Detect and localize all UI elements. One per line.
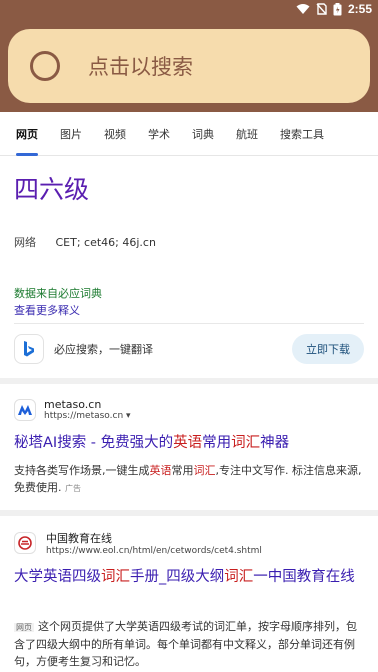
title-part: 常用 xyxy=(202,435,232,451)
bing-promo-row: 必应搜索，一键翻译 立即下载 xyxy=(14,332,364,366)
download-button[interactable]: 立即下载 xyxy=(292,334,364,364)
tab-flights[interactable]: 航班 xyxy=(236,112,258,156)
result-url-text: https://metaso.cn xyxy=(44,411,124,421)
tab-images[interactable]: 图片 xyxy=(60,112,82,156)
bing-logo-icon xyxy=(14,334,44,364)
desc-part: 常用 xyxy=(171,464,194,477)
status-bar: 2:55 xyxy=(0,0,378,22)
wifi-icon xyxy=(296,3,310,15)
title-part: 神器 xyxy=(260,435,290,451)
dictionary-word: 四六级 xyxy=(14,175,90,204)
search-result: 中国教育在线 https://www.eol.cn/html/en/cetwor… xyxy=(0,516,378,672)
title-part: 一中国教育在线 xyxy=(253,569,355,585)
title-highlight: 英语 xyxy=(173,435,203,451)
search-result-ad: metaso.cn https://metaso.cn ▾ 秘塔AI搜索 - 免… xyxy=(0,384,378,510)
tab-dictionary[interactable]: 词典 xyxy=(192,112,214,156)
result-site-text: 中国教育在线 https://www.eol.cn/html/en/cetwor… xyxy=(46,530,262,556)
dictionary-definition-row: 网络 CET; cet46; 46j.cn xyxy=(14,234,156,250)
definition-label: 网络 xyxy=(14,236,36,249)
dictionary-source[interactable]: 数据来自必应词典 xyxy=(14,285,102,301)
result-description: 支持各类写作场景,一键生成英语常用词汇,专注中文写作. 标注信息来源,免费使用.… xyxy=(14,462,364,497)
title-highlight: 词汇 xyxy=(224,569,254,585)
desc-text: 这个网页提供了大学英语四级考试的词汇单，按字母顺序排列，包含了四级大纲中的所有单… xyxy=(14,620,357,668)
result-url: https://www.eol.cn/html/en/cetwords/cet4… xyxy=(46,546,262,556)
webpage-tag: 网页 xyxy=(14,623,34,632)
result-site[interactable]: metaso.cn https://metaso.cn ▾ xyxy=(14,398,131,421)
desc-highlight: 词汇 xyxy=(193,464,216,477)
result-site-text: metaso.cn https://metaso.cn ▾ xyxy=(44,398,131,421)
more-definitions-link[interactable]: 查看更多释义 xyxy=(14,302,80,318)
tab-web[interactable]: 网页 xyxy=(16,112,38,156)
ad-label: 广告 xyxy=(65,484,81,493)
desc-part: 支持各类写作场景,一键生成 xyxy=(14,464,150,477)
result-description: 网页 这个网页提供了大学英语四级考试的词汇单，按字母顺序排列，包含了四级大纲中的所… xyxy=(14,618,364,670)
tab-videos[interactable]: 视频 xyxy=(104,112,126,156)
desc-highlight: 英语 xyxy=(149,464,172,477)
search-placeholder: 点击以搜索 xyxy=(88,55,193,79)
title-part: 大学英语四级 xyxy=(14,569,101,585)
search-circle-icon xyxy=(30,51,60,81)
result-site-name: 中国教育在线 xyxy=(46,532,112,545)
title-highlight: 词汇 xyxy=(101,569,130,585)
eol-logo-icon xyxy=(14,532,36,554)
dictionary-card: 四六级 网络 CET; cet46; 46j.cn 数据来自必应词典 查看更多释… xyxy=(0,156,378,378)
result-url: https://metaso.cn ▾ xyxy=(44,411,131,421)
result-site-name: metaso.cn xyxy=(44,398,102,411)
battery-icon xyxy=(333,2,342,16)
result-title[interactable]: 秘塔AI搜索 - 免费强大的英语常用词汇神器 xyxy=(14,432,364,454)
no-sim-icon xyxy=(316,3,327,15)
tab-search-tools[interactable]: 搜索工具 xyxy=(280,112,324,156)
status-time: 2:55 xyxy=(347,2,372,16)
bing-promo-text: 必应搜索，一键翻译 xyxy=(54,343,153,356)
result-title[interactable]: 大学英语四级词汇手册_四级大纲词汇一中国教育在线 xyxy=(14,566,364,588)
title-part: 秘塔AI搜索 - 免费强大的 xyxy=(14,435,174,451)
title-highlight: 词汇 xyxy=(231,435,261,451)
search-tabs: 网页 图片 视频 学术 词典 航班 搜索工具 xyxy=(0,112,378,156)
tab-academic[interactable]: 学术 xyxy=(148,112,170,156)
divider xyxy=(14,323,364,324)
title-part: 手册_四级大纲 xyxy=(130,569,225,585)
search-header: 点击以搜索 xyxy=(0,22,378,112)
result-site[interactable]: 中国教育在线 https://www.eol.cn/html/en/cetwor… xyxy=(14,530,262,556)
dropdown-arrow-icon[interactable]: ▾ xyxy=(126,411,131,421)
metaso-logo-icon xyxy=(14,398,36,421)
definition-value: CET; cet46; 46j.cn xyxy=(55,236,156,249)
search-box[interactable]: 点击以搜索 xyxy=(8,29,370,103)
